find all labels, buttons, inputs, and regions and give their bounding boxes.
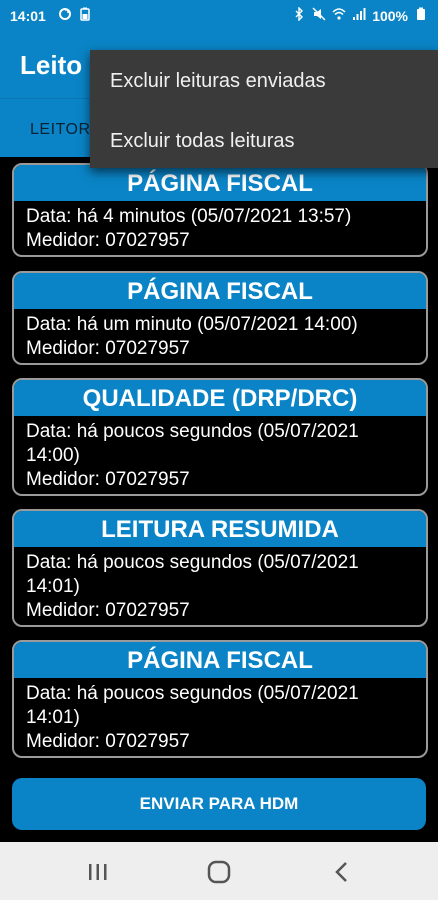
card-date: Data: há poucos segundos (05/07/2021 xyxy=(26,552,359,573)
sync-icon xyxy=(58,7,72,24)
status-bar: 14:01 100% xyxy=(0,0,438,32)
back-icon[interactable] xyxy=(328,859,356,885)
card-meter: Medidor: 07027957 xyxy=(26,230,190,251)
card-title: PÁGINA FISCAL xyxy=(14,642,426,678)
tab-leitor[interactable]: LEITOR xyxy=(30,121,91,139)
mute-icon xyxy=(312,7,326,24)
menu-item-delete-all[interactable]: Excluir todas leituras xyxy=(110,130,295,153)
reading-card[interactable]: PÁGINA FISCAL Data: há um minuto (05/07/… xyxy=(12,271,428,365)
reading-card[interactable]: PÁGINA FISCAL Data: há 4 minutos (05/07/… xyxy=(12,163,428,257)
card-date: Data: há poucos segundos (05/07/2021 xyxy=(26,683,359,704)
battery-icon xyxy=(414,7,428,24)
card-title: QUALIDADE (DRP/DRC) xyxy=(14,380,426,416)
reading-card[interactable]: LEITURA RESUMIDA Data: há poucos segundo… xyxy=(12,509,428,627)
battery-level: 100% xyxy=(372,7,408,24)
card-date-continued: 14:00) xyxy=(26,445,80,466)
reading-card[interactable]: PÁGINA FISCAL Data: há poucos segundos (… xyxy=(12,640,428,758)
status-time: 14:01 xyxy=(10,8,46,24)
menu-item-delete-sent[interactable]: Excluir leituras enviadas xyxy=(110,70,326,93)
card-meter: Medidor: 07027957 xyxy=(26,731,190,752)
card-date: Data: há 4 minutos (05/07/2021 13:57) xyxy=(26,206,352,227)
wifi-icon xyxy=(332,7,346,24)
send-to-hdm-button[interactable]: ENVIAR PARA HDM xyxy=(12,778,426,830)
card-date: Data: há um minuto (05/07/2021 14:00) xyxy=(26,314,358,335)
card-title: LEITURA RESUMIDA xyxy=(14,511,426,547)
signal-icon xyxy=(352,7,366,24)
card-title: PÁGINA FISCAL xyxy=(14,273,426,309)
card-date-continued: 14:01) xyxy=(26,576,80,597)
card-date: Data: há poucos segundos (05/07/2021 xyxy=(26,421,359,442)
card-title: PÁGINA FISCAL xyxy=(14,165,426,201)
recents-icon[interactable] xyxy=(84,859,112,885)
overflow-menu: Excluir leituras enviadas Excluir todas … xyxy=(90,50,438,168)
card-meter: Medidor: 07027957 xyxy=(26,469,190,490)
card-date-continued: 14:01) xyxy=(26,707,80,728)
system-nav-bar xyxy=(0,842,438,900)
app-title: Leito xyxy=(20,50,83,80)
card-meter: Medidor: 07027957 xyxy=(26,338,190,359)
reading-card[interactable]: QUALIDADE (DRP/DRC) Data: há poucos segu… xyxy=(12,378,428,496)
card-meter: Medidor: 07027957 xyxy=(26,600,190,621)
battery-saver-icon xyxy=(78,7,92,24)
bluetooth-icon xyxy=(292,7,306,24)
home-icon[interactable] xyxy=(205,859,233,885)
